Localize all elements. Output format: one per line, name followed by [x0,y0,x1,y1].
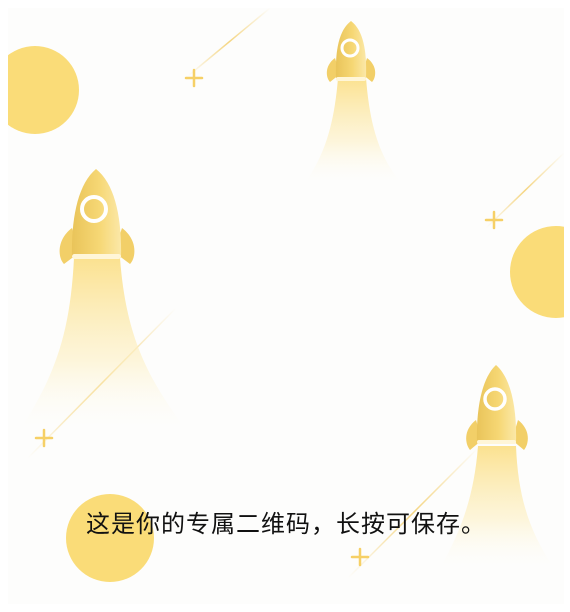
plus-sparkle-icon [34,428,54,448]
save-hint-caption: 这是你的专属二维码，长按可保存。 [86,510,486,538]
plus-sparkle-icon [184,68,204,88]
light-streak [485,152,564,229]
poster-canvas: 这是你的专属二维码，长按可保存。 [8,8,564,604]
rocket-icon [304,21,402,184]
plus-sparkle-icon [350,547,370,567]
light-streak [187,8,271,77]
rocket-icon [20,169,186,430]
circle-decoration [510,226,564,318]
circle-decoration [8,46,79,134]
